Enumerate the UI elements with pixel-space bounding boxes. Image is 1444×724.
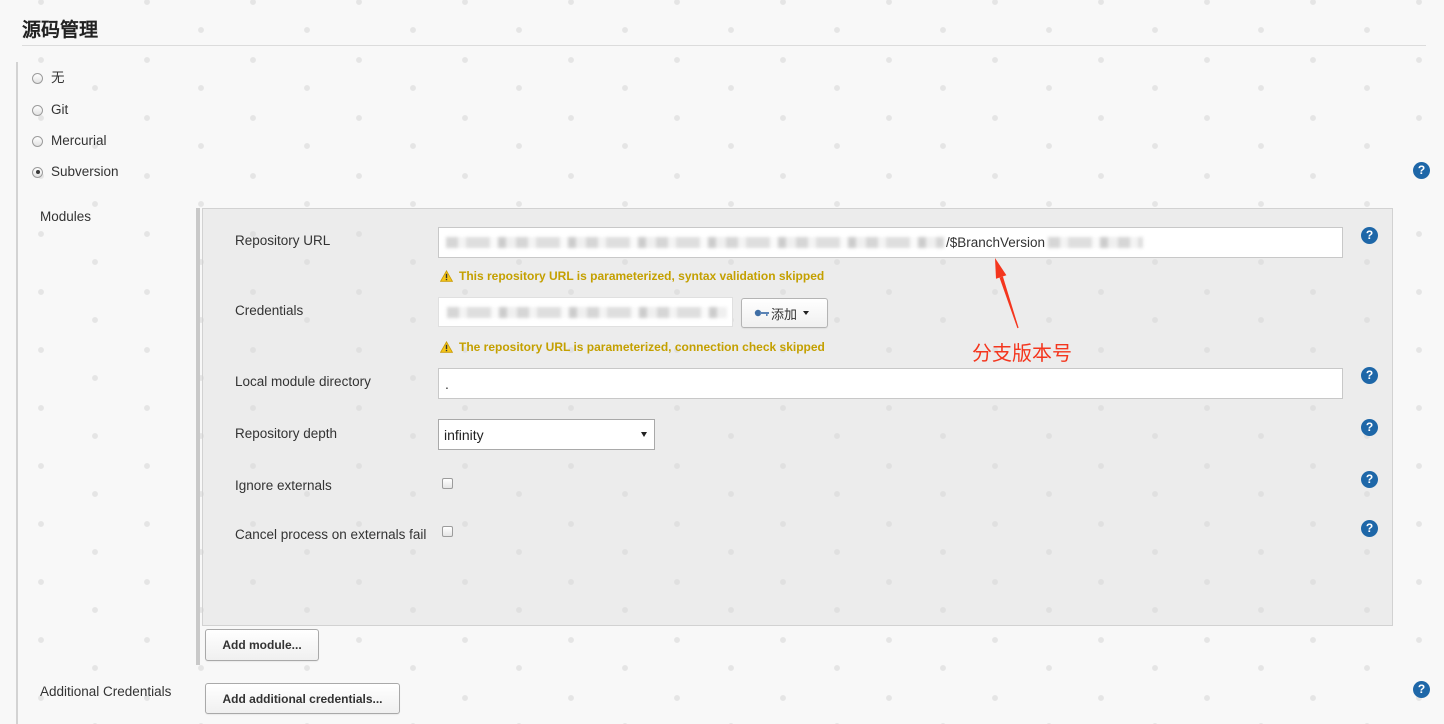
scm-option-subversion[interactable]: Subversion [32,163,119,181]
help-icon[interactable] [1361,367,1378,384]
redacted-text [446,237,944,248]
add-additional-credentials-button[interactable]: Add additional credentials... [205,683,400,714]
repository-depth-select[interactable]: infinity [438,419,655,450]
additional-credentials-label: Additional Credentials [40,684,172,699]
key-icon [754,309,769,317]
ignore-externals-checkbox[interactable] [442,478,453,489]
credentials-select[interactable] [438,297,733,327]
modules-label: Modules [40,209,92,224]
redacted-text [1048,237,1143,248]
warning-text: The repository URL is parameterized, con… [459,340,825,354]
repository-url-label: Repository URL [235,233,331,248]
repository-url-warning: This repository URL is parameterized, sy… [440,268,824,284]
help-icon[interactable] [1361,227,1378,244]
caret-down-icon [641,432,647,437]
local-module-directory-input[interactable] [438,368,1343,399]
repository-depth-value: infinity [444,427,484,443]
help-icon[interactable] [1361,419,1378,436]
modules-left-border [196,208,200,665]
section-left-border [16,62,18,724]
repository-url-input[interactable]: /$BranchVersion [438,227,1343,258]
add-module-button[interactable]: Add module... [205,629,319,661]
scm-option-label: Subversion [51,164,119,179]
help-icon[interactable] [1361,471,1378,488]
warning-icon [440,270,453,282]
section-divider [22,45,1426,46]
add-credentials-button[interactable]: 添加 [741,298,828,328]
help-icon[interactable] [1413,681,1430,698]
radio-button[interactable] [32,135,43,147]
section-title: 源码管理 [22,20,99,41]
scm-option-label: Git [51,102,69,117]
scm-option-none[interactable]: 无 [32,69,65,87]
radio-button[interactable] [32,72,43,84]
help-icon[interactable] [1413,162,1430,179]
warning-text: This repository URL is parameterized, sy… [459,269,825,283]
branch-version-annotation: 分支版本号 [972,343,1072,365]
scm-option-label: 无 [51,70,65,85]
credentials-label: Credentials [235,303,304,318]
warning-icon [440,341,453,353]
cancel-process-checkbox[interactable] [442,526,453,537]
scm-option-label: Mercurial [51,133,107,148]
add-button-label: 添加 [771,306,798,322]
help-icon[interactable] [1361,520,1378,537]
repository-url-value: /$BranchVersion [946,235,1046,250]
ignore-externals-label: Ignore externals [235,478,332,493]
redacted-text [447,307,727,318]
add-additional-credentials-label: Add additional credentials... [222,691,383,706]
scm-option-mercurial[interactable]: Mercurial [32,132,107,150]
credentials-warning: The repository URL is parameterized, con… [440,339,825,355]
radio-button[interactable] [32,104,43,116]
scm-option-git[interactable]: Git [32,101,68,119]
caret-down-icon [803,311,810,315]
add-module-button-label: Add module... [222,638,302,652]
local-module-directory-label: Local module directory [235,374,371,389]
repository-depth-label: Repository depth [235,426,338,441]
cancel-process-label: Cancel process on externals fail [235,527,427,542]
radio-button[interactable] [32,166,43,178]
